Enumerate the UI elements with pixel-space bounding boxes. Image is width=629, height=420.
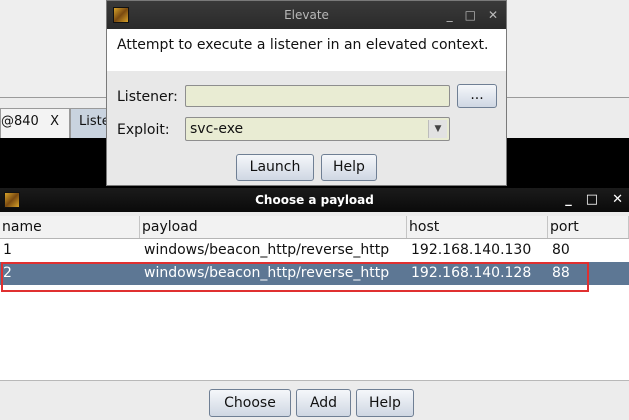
exploit-select[interactable]: svc-exe ▼ bbox=[185, 117, 450, 141]
elevate-title: Elevate bbox=[284, 8, 329, 22]
listener-label: Listener: bbox=[117, 89, 178, 105]
payload-table: name payload host port 1 windows/beacon_… bbox=[0, 216, 629, 380]
cell-name: 1 bbox=[3, 242, 12, 258]
column-header-host[interactable]: host bbox=[407, 216, 548, 238]
cell-host: 192.168.140.130 bbox=[411, 242, 532, 258]
minimize-icon[interactable]: _ bbox=[447, 1, 453, 29]
cell-payload: windows/beacon_http/reverse_http bbox=[144, 242, 390, 258]
close-icon[interactable]: ✕ bbox=[488, 1, 498, 29]
browse-button[interactable]: ... bbox=[457, 84, 497, 108]
app-icon bbox=[4, 192, 20, 208]
minimize-icon[interactable]: _ bbox=[565, 188, 572, 212]
chevron-down-icon[interactable]: ▼ bbox=[428, 120, 447, 138]
help-button[interactable]: Help bbox=[321, 154, 377, 181]
maximize-icon[interactable]: □ bbox=[465, 1, 476, 29]
close-icon[interactable]: ✕ bbox=[612, 188, 623, 212]
close-icon[interactable]: X bbox=[50, 114, 59, 129]
table-header: name payload host port bbox=[0, 216, 629, 239]
exploit-select-value: svc-exe bbox=[190, 121, 244, 137]
elevate-dialog: Elevate _ □ ✕ Attempt to execute a liste… bbox=[106, 0, 507, 186]
listener-field[interactable] bbox=[185, 85, 450, 107]
exploit-label: Exploit: bbox=[117, 122, 170, 138]
elevate-description: Attempt to execute a listener in an elev… bbox=[107, 29, 506, 71]
payload-title: Choose a payload bbox=[255, 193, 374, 207]
choose-button[interactable]: Choose bbox=[209, 389, 291, 417]
app-icon bbox=[113, 7, 129, 23]
column-header-port[interactable]: port bbox=[548, 216, 629, 238]
column-header-name[interactable]: name bbox=[0, 216, 140, 238]
background-tab-session[interactable]: @840 X bbox=[0, 108, 70, 138]
maximize-icon[interactable]: □ bbox=[586, 188, 598, 212]
table-row[interactable]: 1 windows/beacon_http/reverse_http 192.1… bbox=[0, 239, 629, 262]
payload-titlebar[interactable]: Choose a payload _ □ ✕ bbox=[0, 188, 629, 212]
background-tab-label: @840 bbox=[1, 114, 39, 129]
launch-button[interactable]: Launch bbox=[236, 154, 314, 181]
cell-port: 80 bbox=[552, 242, 570, 258]
help-button[interactable]: Help bbox=[356, 389, 414, 417]
footer-divider bbox=[0, 380, 629, 381]
add-button[interactable]: Add bbox=[296, 389, 351, 417]
background-tab-listeners[interactable]: Liste bbox=[70, 108, 110, 138]
highlight-box bbox=[1, 262, 589, 292]
elevate-titlebar[interactable]: Elevate _ □ ✕ bbox=[107, 1, 506, 29]
column-header-payload[interactable]: payload bbox=[140, 216, 407, 238]
